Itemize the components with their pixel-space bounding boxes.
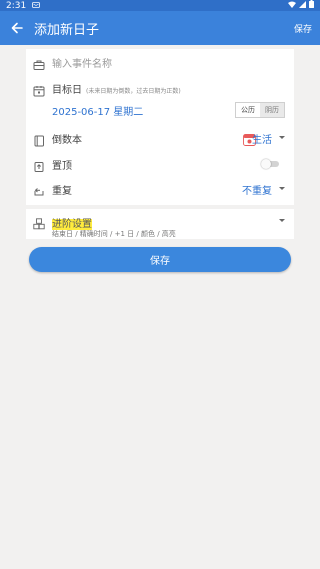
date-value-row: 2025-06-17 星期二 公历 阴历: [26, 102, 294, 118]
advanced-settings-title: 进阶设置: [52, 215, 92, 230]
date-value[interactable]: 2025-06-17 星期二: [52, 103, 143, 118]
pin-toggle[interactable]: [261, 159, 279, 169]
calendar-type-switch: 公历 阴历: [235, 102, 285, 118]
status-bar: 2:31: [0, 0, 320, 11]
pin-row: 置顶: [26, 157, 294, 172]
book-dropdown-icon[interactable]: [279, 136, 285, 139]
pin-top-icon: [33, 158, 45, 172]
lunar-calendar-option[interactable]: 阴历: [260, 103, 284, 117]
book-value[interactable]: 生活: [252, 131, 272, 146]
book-row[interactable]: 倒数本 生活: [26, 131, 294, 147]
pin-toggle-knob: [261, 159, 271, 169]
status-time: 2:31: [6, 0, 27, 11]
event-name-row[interactable]: 输入事件名称: [26, 55, 294, 70]
target-date-row: 目标日 (未来日期为倒数，过去日期为正数): [26, 81, 294, 97]
calendar-icon: [33, 82, 45, 97]
event-name-input[interactable]: 输入事件名称: [52, 55, 112, 70]
app-bar: 添加新日子 保存: [0, 11, 320, 45]
target-date-hint: (未来日期为倒数，过去日期为正数): [86, 87, 181, 95]
signal-icon: [299, 0, 306, 11]
target-date-label: 目标日 (未来日期为倒数，过去日期为正数): [52, 81, 181, 96]
repeat-value[interactable]: 不重复: [242, 182, 272, 197]
wifi-icon: [288, 1, 296, 11]
target-date-label-text: 目标日: [52, 84, 82, 96]
advanced-settings-subtitle: 结束日 / 精确时间 / +1 日 / 颜色 / 高亮: [52, 230, 176, 238]
notification-icon: [32, 1, 41, 11]
event-form-card: 输入事件名称 目标日 (未来日期为倒数，过去日期为正数) 2025-06-17 星…: [26, 49, 294, 205]
repeat-icon: [33, 183, 45, 196]
notebook-icon: [33, 132, 45, 147]
pin-label: 置顶: [52, 160, 72, 172]
back-arrow-icon[interactable]: [8, 19, 26, 37]
repeat-label: 重复: [52, 185, 72, 197]
repeat-row[interactable]: 重复 不重复: [26, 182, 294, 197]
battery-icon: [309, 0, 314, 11]
cubes-icon: [33, 215, 45, 230]
briefcase-icon: [33, 56, 45, 70]
book-label: 倒数本: [52, 134, 82, 146]
repeat-dropdown-icon[interactable]: [279, 187, 285, 190]
save-top-button[interactable]: 保存: [294, 22, 312, 35]
page-title: 添加新日子: [34, 22, 100, 38]
advanced-settings-card[interactable]: 进阶设置 结束日 / 精确时间 / +1 日 / 颜色 / 高亮: [26, 209, 294, 239]
solar-calendar-option[interactable]: 公历: [236, 103, 260, 117]
advanced-dropdown-icon[interactable]: [279, 219, 285, 222]
save-button[interactable]: 保存: [29, 247, 291, 272]
